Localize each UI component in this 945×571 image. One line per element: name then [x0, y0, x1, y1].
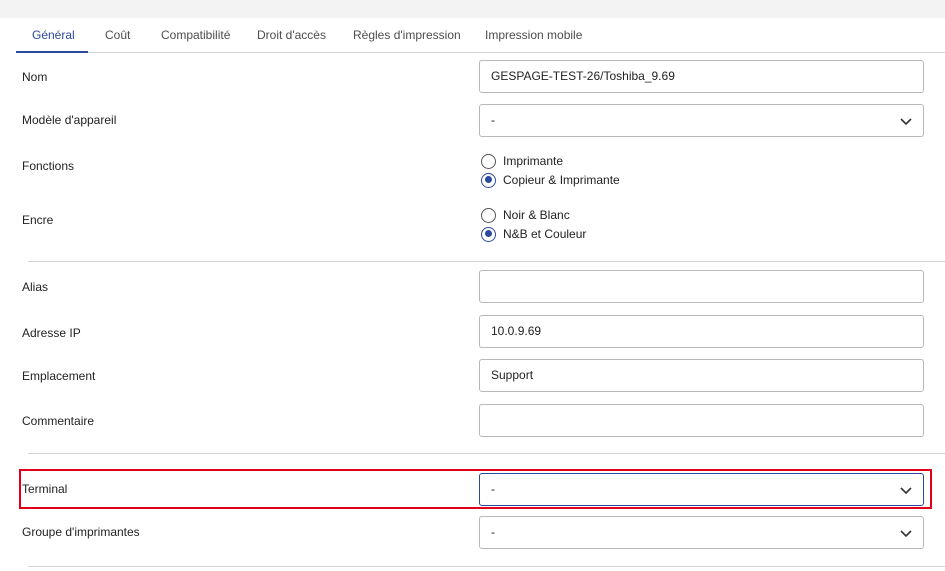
alias-label: Alias	[22, 280, 49, 294]
fonctions-label: Fonctions	[22, 159, 75, 173]
commentaire-input[interactable]	[479, 404, 924, 437]
radio-label: Imprimante	[503, 154, 564, 168]
terminal-select-value: -	[491, 482, 495, 496]
chevron-down-icon	[900, 118, 912, 126]
radio-button-checked[interactable]	[481, 172, 496, 188]
groupe-select-value: -	[491, 525, 495, 539]
tab-cout[interactable]: Coût	[105, 28, 130, 42]
nom-input[interactable]: GESPAGE-TEST-26/Toshiba_9.69	[479, 60, 924, 93]
emplacement-label: Emplacement	[22, 369, 96, 383]
commentaire-label: Commentaire	[22, 414, 95, 428]
chevron-down-icon	[900, 530, 912, 538]
terminal-select[interactable]: -	[479, 473, 924, 506]
section-divider	[28, 261, 945, 262]
adresse-ip-input[interactable]: 10.0.9.69	[479, 315, 924, 348]
modele-label: Modèle d'appareil	[22, 113, 117, 127]
tab-droit-acces[interactable]: Droit d'accès	[257, 28, 326, 42]
radio-label: Noir & Blanc	[503, 208, 570, 222]
adresse-ip-label: Adresse IP	[22, 326, 81, 340]
radio-button[interactable]	[481, 153, 496, 169]
fonctions-option-copieur-imprimante[interactable]: Copieur & Imprimante	[481, 172, 620, 188]
tab-compatibilite[interactable]: Compatibilité	[161, 28, 230, 42]
tab-bar: Général Coût Compatibilité Droit d'accès…	[16, 18, 945, 53]
radio-label: Copieur & Imprimante	[503, 173, 620, 187]
groupe-select[interactable]: -	[479, 516, 924, 549]
tab-impression-mobile[interactable]: Impression mobile	[485, 28, 582, 42]
radio-button[interactable]	[481, 207, 496, 223]
encre-label: Encre	[22, 213, 54, 227]
section-divider	[28, 566, 945, 567]
active-tab-indicator	[16, 51, 88, 53]
radio-button-checked[interactable]	[481, 226, 496, 242]
encre-option-nb-couleur[interactable]: N&B et Couleur	[481, 226, 586, 242]
encre-option-noir-blanc[interactable]: Noir & Blanc	[481, 207, 570, 223]
section-divider	[28, 453, 945, 454]
chevron-down-icon	[900, 487, 912, 495]
terminal-label: Terminal	[22, 482, 68, 496]
emplacement-input[interactable]: Support	[479, 359, 924, 392]
tab-general[interactable]: Général	[32, 28, 75, 42]
groupe-label: Groupe d'imprimantes	[22, 525, 140, 539]
fonctions-option-imprimante[interactable]: Imprimante	[481, 153, 563, 169]
radio-label: N&B et Couleur	[503, 227, 587, 241]
alias-input[interactable]	[479, 270, 924, 303]
modele-select-value: -	[491, 113, 495, 127]
tab-regles-impression[interactable]: Règles d'impression	[353, 28, 461, 42]
modele-select[interactable]: -	[479, 104, 924, 137]
top-strip	[0, 0, 945, 18]
nom-label: Nom	[22, 70, 48, 84]
